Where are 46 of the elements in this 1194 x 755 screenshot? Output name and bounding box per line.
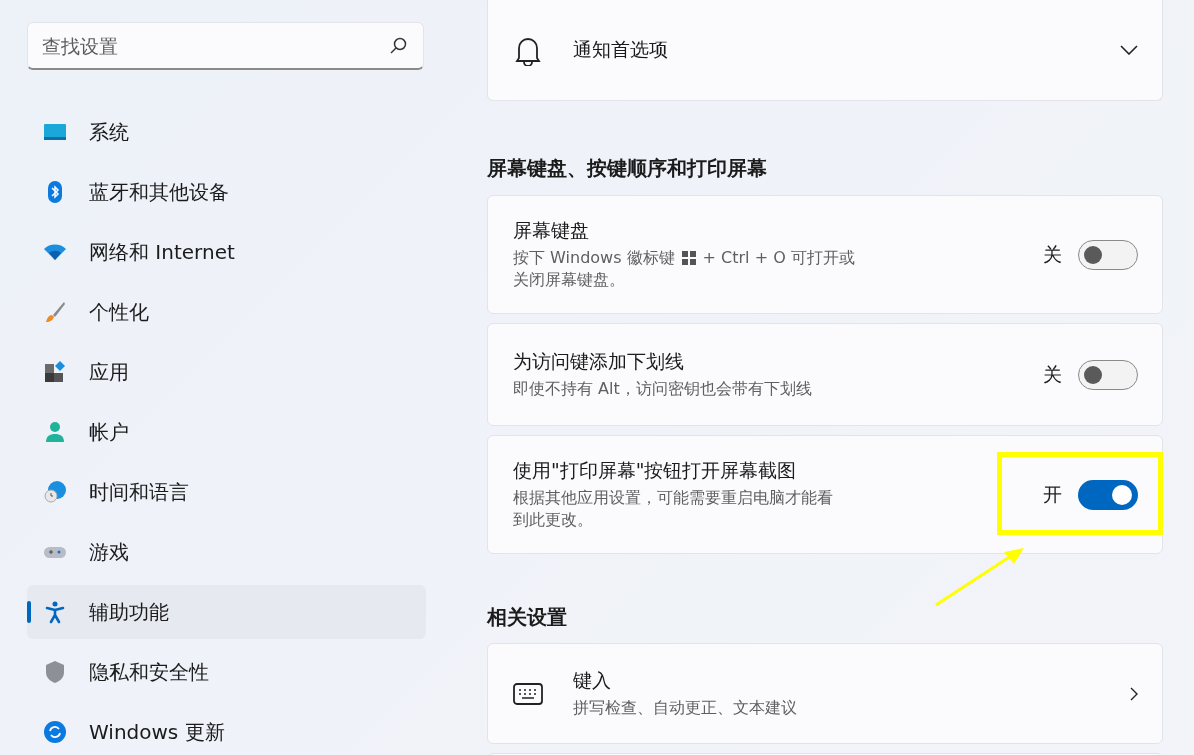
toggle-state-label: 开 xyxy=(1043,481,1062,507)
nav-item[interactable]: 蓝牙和其他设备 xyxy=(27,165,426,219)
chevron-right-icon xyxy=(1130,686,1138,701)
nav-item[interactable]: 游戏 xyxy=(27,525,426,579)
card-title: 键入 xyxy=(573,668,612,693)
description-text: 关闭屏幕键盘。 xyxy=(513,269,625,291)
apps-icon xyxy=(43,360,67,384)
keyboard-icon xyxy=(513,682,543,705)
card-title: 使用"打印屏幕"按钮打开屏幕截图 xyxy=(513,458,798,483)
globe-clock-icon xyxy=(43,480,67,504)
nav-item[interactable]: 应用 xyxy=(27,345,426,399)
toggle-switch[interactable] xyxy=(1078,479,1138,510)
toggle-state-label: 关 xyxy=(1043,241,1062,267)
settings-card[interactable]: 键入 拼写检查、自动更正、文本建议 xyxy=(487,643,1163,744)
nav-item[interactable]: Windows 更新 xyxy=(27,705,426,755)
section-heading: 相关设置 xyxy=(487,604,568,631)
nav-item[interactable]: 系统 xyxy=(27,105,426,159)
description-text: + Ctrl + O 可打开或 xyxy=(702,247,855,269)
description-text: 即使不持有 Alt，访问密钥也会带有下划线 xyxy=(513,378,812,400)
nav-item[interactable]: 网络和 Internet xyxy=(27,225,426,279)
description-text: 根据其他应用设置，可能需要重启电脑才能看 xyxy=(513,487,833,509)
nav-item[interactable]: 时间和语言 xyxy=(27,465,426,519)
toggle-switch[interactable] xyxy=(1078,359,1138,390)
nav-item[interactable]: 隐私和安全性 xyxy=(27,645,426,699)
section-heading: 屏幕键盘、按键顺序和打印屏幕 xyxy=(487,155,768,182)
nav-item[interactable]: 辅助功能 xyxy=(27,585,426,639)
nav-item[interactable]: 个性化 xyxy=(27,285,426,339)
description-text: 按下 Windows 徽标键 xyxy=(513,247,675,269)
search-icon xyxy=(390,37,408,55)
description-text: 到此更改。 xyxy=(513,509,593,531)
description-text: 拼写检查、自动更正、文本建议 xyxy=(573,697,797,719)
card-title: 为访问键添加下划线 xyxy=(513,349,685,374)
windows-logo-icon xyxy=(681,251,696,265)
card-title: 屏幕键盘 xyxy=(513,218,590,243)
refresh-icon xyxy=(43,720,67,744)
person-icon xyxy=(43,420,67,444)
paintbrush-icon xyxy=(43,300,67,324)
search-field[interactable]: 查找设置 xyxy=(27,22,424,70)
toggle-state-label: 关 xyxy=(1043,361,1062,387)
toggle-switch[interactable] xyxy=(1078,239,1138,270)
chevron-down-icon xyxy=(1120,45,1138,55)
shield-icon xyxy=(43,660,67,684)
settings-card[interactable]: 通知首选项 xyxy=(487,0,1163,101)
nav-item[interactable]: 帐户 xyxy=(27,405,426,459)
card-title: 通知首选项 xyxy=(573,37,669,62)
accessibility-icon xyxy=(43,600,67,624)
